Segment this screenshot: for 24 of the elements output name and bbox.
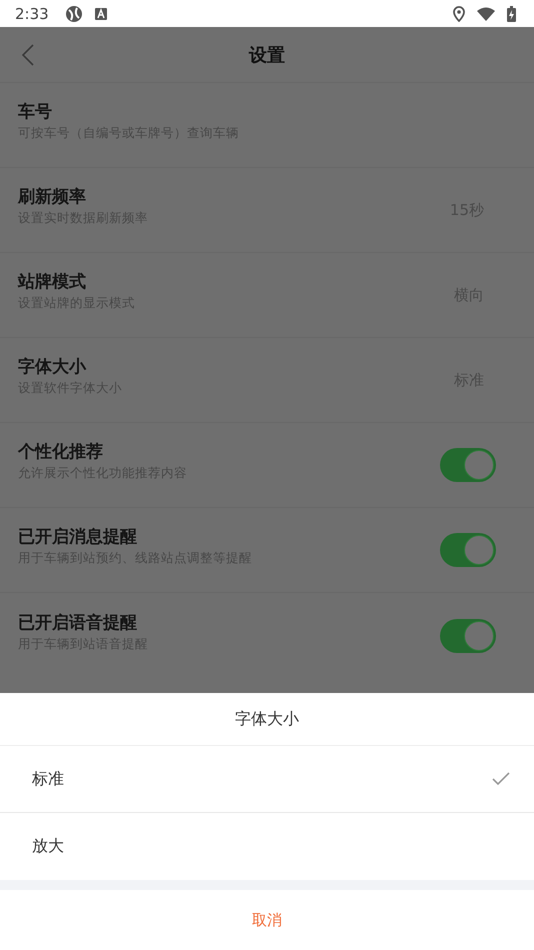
battery-icon [507, 6, 516, 22]
clock: 2:33 [15, 4, 49, 22]
toggle-switch[interactable] [440, 618, 496, 652]
setting-title: 个性化推荐 [18, 441, 104, 463]
setting-title: 已开启消息提醒 [18, 526, 138, 548]
sheet-option[interactable]: 标准 [0, 746, 534, 813]
setting-title: 已开启语音提醒 [18, 612, 138, 634]
toggle-switch[interactable] [440, 448, 496, 482]
page-title: 设置 [249, 44, 285, 66]
option-label: 标准 [32, 768, 64, 790]
setting-title: 字体大小 [18, 356, 88, 378]
checkmark-icon [492, 772, 510, 786]
sheet-option[interactable]: 放大 [0, 813, 534, 880]
toggle-switch[interactable] [440, 533, 496, 567]
setting-title: 刷新频率 [18, 186, 87, 208]
text-icon [94, 8, 107, 20]
location-icon [453, 6, 465, 22]
back-icon[interactable] [22, 44, 34, 66]
sheet-title: 字体大小 [0, 693, 534, 746]
wifi-icon [477, 6, 495, 20]
globe-icon [64, 4, 83, 22]
setting-title: 站牌模式 [18, 271, 87, 293]
setting-title: 车号 [18, 101, 53, 123]
option-label: 放大 [32, 836, 64, 857]
